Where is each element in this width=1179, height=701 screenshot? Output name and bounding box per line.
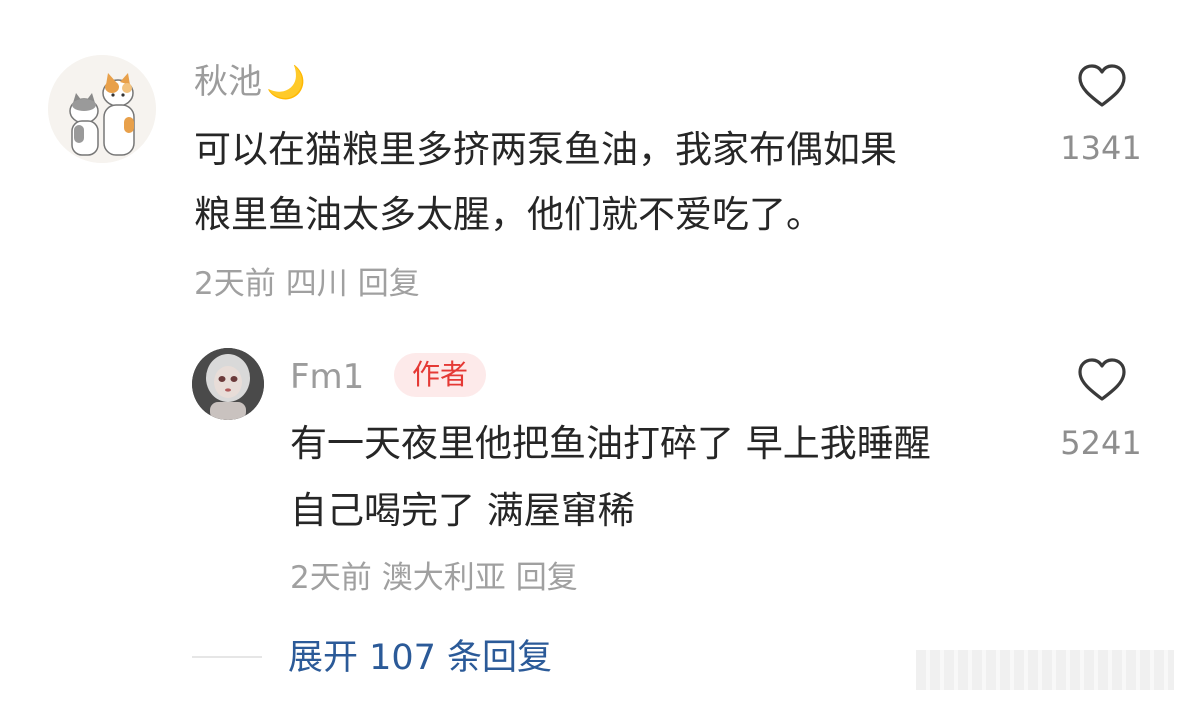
username-text: 秋池: [194, 62, 262, 102]
comment-location: 四川: [285, 266, 348, 302]
moon-icon: 🌙: [266, 63, 306, 101]
avatar[interactable]: [48, 55, 156, 163]
like-button[interactable]: [1076, 357, 1128, 407]
like-count: 1341: [1060, 129, 1142, 167]
reply-username[interactable]: Fm1: [290, 357, 364, 397]
expand-divider: [192, 656, 262, 658]
reply-location: 澳大利亚: [381, 560, 506, 596]
comment-reply-button[interactable]: 回复: [358, 266, 420, 302]
reply-line-2: 自己喝完了 满屋窜稀: [290, 489, 635, 532]
reply-reply-button[interactable]: 回复: [516, 560, 578, 596]
author-badge: 作者: [394, 353, 487, 397]
like-button[interactable]: [1076, 63, 1128, 113]
comment-username[interactable]: 秋池 🌙: [194, 62, 306, 102]
expand-replies-link[interactable]: 展开 107 条回复: [288, 637, 552, 679]
comment-time: 2天前: [194, 266, 276, 302]
heart-icon: [1078, 64, 1126, 107]
comment-line-2: 粮里鱼油太多太腥，他们就不爱吃了。: [194, 193, 823, 236]
doll-avatar-icon: [192, 348, 264, 420]
reply-time: 2天前: [290, 560, 372, 596]
cats-avatar-icon: [48, 55, 156, 163]
reply-line-1: 有一天夜里他把鱼油打碎了 早上我睡醒: [290, 422, 931, 465]
watermark: [916, 650, 1174, 690]
reply-meta: 2天前 澳大利亚 回复: [290, 560, 588, 596]
comment-line-1: 可以在猫粮里多挤两泵鱼油，我家布偶如果: [194, 128, 897, 171]
comment-meta: 2天前 四川 回复: [194, 266, 430, 302]
like-count: 5241: [1060, 424, 1142, 462]
avatar[interactable]: [192, 348, 264, 420]
heart-icon: [1078, 358, 1126, 401]
